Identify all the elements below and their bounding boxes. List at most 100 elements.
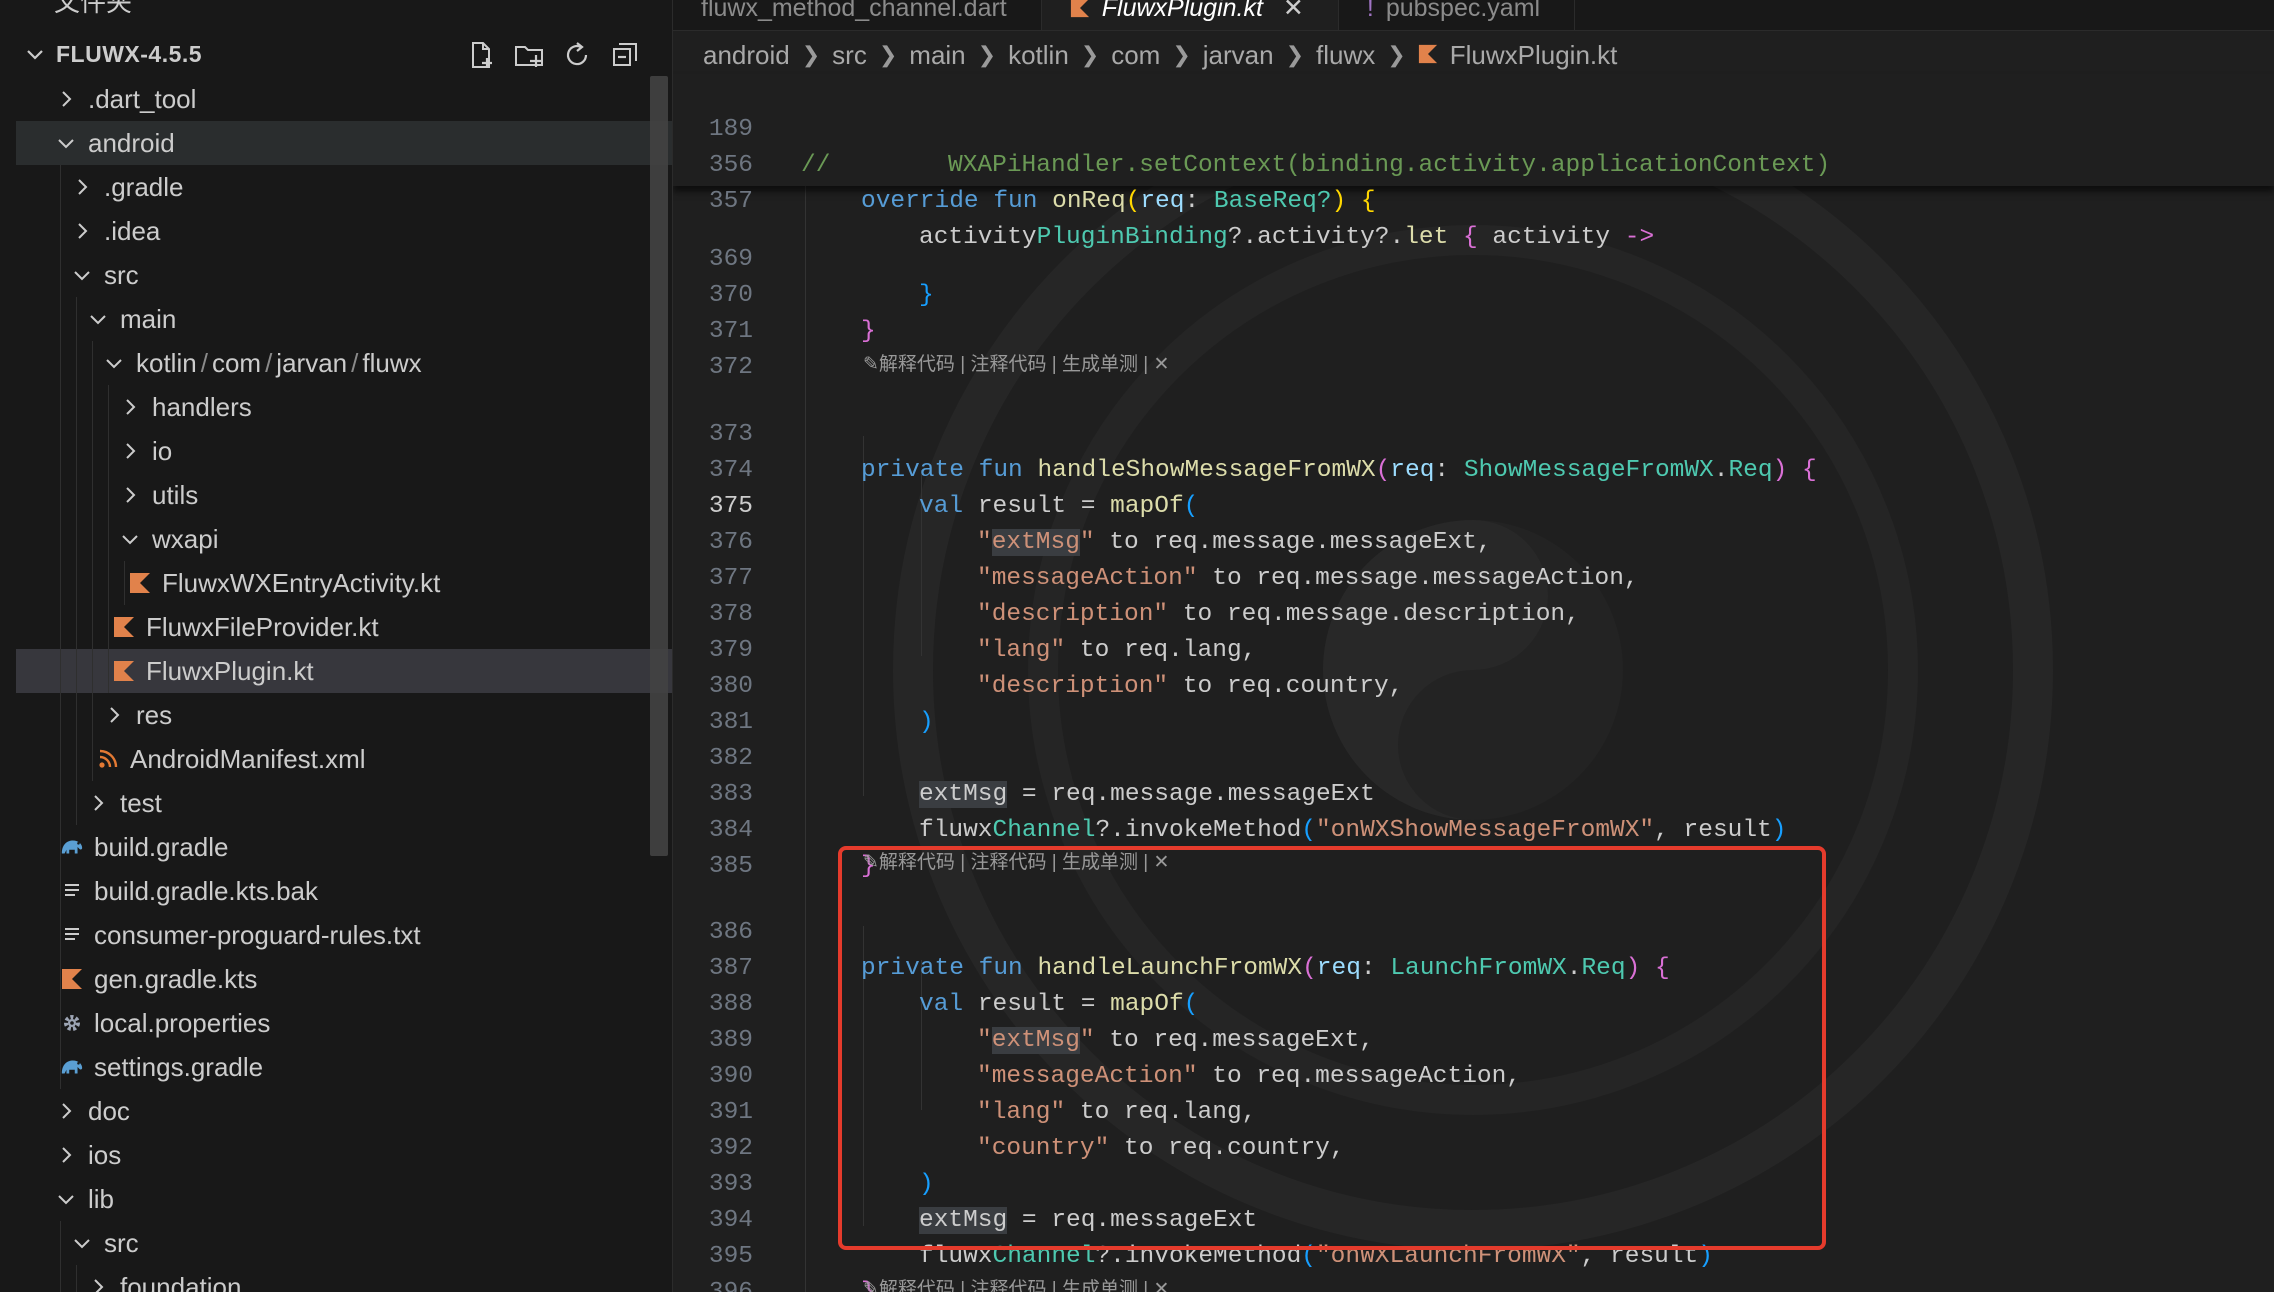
sticky-scroll-header[interactable]: 189 // WXAPiHandler.setContext(binding.a… (673, 74, 2274, 251)
tree-item-label: io (152, 435, 173, 466)
codelens-comment[interactable]: 注释代码 (970, 354, 1046, 375)
code-text: activityPluginBinding?.activity?.let { a… (919, 224, 1655, 251)
tree-item-wxapi[interactable]: wxapi (16, 517, 672, 561)
code-line: 382 extMsg = req.message.messageExt (673, 705, 2274, 808)
breadcrumb-item[interactable]: com (1111, 40, 1160, 71)
ai-pen-icon: ✎ (863, 354, 879, 375)
code-line: 384 } (673, 777, 2274, 880)
codelens-bar: ✎解释代码 | 注释代码 | 生成单测 | ✕ (863, 354, 1170, 375)
new-folder-icon[interactable] (512, 38, 546, 72)
tree-item-build-gradle-kts-bak[interactable]: build.gradle.kts.bak (16, 869, 672, 913)
explorer-title: 文件夹 (54, 0, 133, 17)
tree-item-android[interactable]: android (16, 121, 672, 165)
project-title: FLUWX-4.5.5 (56, 40, 203, 67)
tab-pubspec[interactable]: ! pubspec.yaml (1339, 0, 1576, 30)
breadcrumb-item[interactable]: kotlin (1008, 40, 1069, 71)
chevron-right-icon (102, 703, 126, 727)
tree-item-settings-gradle[interactable]: settings.gradle (16, 1045, 672, 1089)
tree-item-main[interactable]: main (16, 297, 672, 341)
close-icon[interactable]: ✕ (1153, 354, 1169, 375)
code-line: 378 "lang" to req.lang, (673, 561, 2274, 664)
breadcrumb-item[interactable]: src (832, 40, 867, 71)
tree-item-label: .gradle (104, 171, 184, 202)
tree-item-test[interactable]: test (16, 781, 672, 825)
tab-fluwx-method-channel[interactable]: fluwx_method_channel.dart (673, 0, 1042, 30)
codelens-explain[interactable]: 解释代码 (879, 1279, 955, 1292)
tree-item-build-gradle[interactable]: build.gradle (16, 825, 672, 869)
text-file-icon (60, 879, 84, 903)
tree-item-proguard[interactable]: consumer-proguard-rules.txt (16, 913, 672, 957)
tree-item-gen-gradle[interactable]: gen.gradle.kts (16, 957, 672, 1001)
tree-item-idea[interactable]: .idea (16, 209, 672, 253)
tree-item-label: FluwxWXEntryActivity.kt (162, 567, 441, 598)
breadcrumb-item[interactable]: fluwx (1316, 40, 1375, 71)
breadcrumb-item[interactable]: android (703, 40, 790, 71)
tree-item-gradle-dir[interactable]: .gradle (16, 165, 672, 209)
tree-item-local-properties[interactable]: local.properties (16, 1001, 672, 1045)
tree-item-handlers[interactable]: handlers (16, 385, 672, 429)
chevron-right-icon (70, 175, 94, 199)
code-editor[interactable]: fluwx_method_channel.dart FluwxPlugin.kt… (673, 0, 2274, 1292)
collapse-all-icon[interactable] (608, 38, 642, 72)
line-number: 357 (708, 188, 753, 215)
code-line: 375 "extMsg" to req.message.messageExt, (673, 453, 2274, 556)
tree-item-entry-activity[interactable]: FluwxWXEntryActivity.kt (16, 561, 672, 605)
tree-item-kotlin-package[interactable]: kotlin / com / jarvan / fluwx (16, 341, 672, 385)
tree-item-plugin[interactable]: FluwxPlugin.kt (16, 649, 672, 693)
tree-item-label: test (120, 787, 162, 818)
tab-label: fluwx_method_channel.dart (701, 0, 1007, 22)
breadcrumb-item[interactable]: main (909, 40, 965, 71)
tree-item-lib-src[interactable]: src (16, 1221, 672, 1265)
chevron-down-icon[interactable] (24, 44, 46, 71)
tree-item-dart-tool[interactable]: .dart_tool (16, 77, 672, 121)
codelens-comment[interactable]: 注释代码 (970, 1279, 1046, 1292)
package-segment: kotlin (136, 347, 197, 378)
tree-item-res[interactable]: res (16, 693, 672, 737)
refresh-icon[interactable] (560, 38, 594, 72)
tree-item-label: gen.gradle.kts (94, 963, 258, 994)
sidebar-scrollbar[interactable] (650, 76, 668, 856)
code-line: 383 fluwxChannel?.invokeMethod("onWXShow… (673, 741, 2274, 844)
codelens-unittest[interactable]: 生成单测 (1062, 354, 1138, 375)
tree-item-label: src (104, 259, 139, 290)
tree-item-file-provider[interactable]: FluwxFileProvider.kt (16, 605, 672, 649)
code-text: override fun onReq(req: BaseReq?) { (861, 188, 1376, 215)
codelens-unittest[interactable]: 生成单测 (1062, 1279, 1138, 1292)
new-file-icon[interactable] (464, 38, 498, 72)
kotlin-file-icon (112, 659, 136, 683)
package-segment: jarvan (276, 347, 348, 378)
breadcrumb-item[interactable]: jarvan (1203, 40, 1274, 71)
chevron-down-icon (54, 1187, 78, 1211)
tree-item-label: ios (88, 1139, 122, 1170)
kotlin-file-icon (128, 571, 152, 595)
chevron-down-icon (102, 351, 126, 375)
tree-item-manifest[interactable]: AndroidManifest.xml (16, 737, 672, 781)
tree-item-label: android (88, 127, 175, 158)
tree-item-src[interactable]: src (16, 253, 672, 297)
ai-pen-icon: ✎ (863, 1279, 879, 1292)
tab-label: FluwxPlugin.kt (1101, 0, 1263, 22)
codelens-explain[interactable]: 解释代码 (879, 354, 955, 375)
project-header[interactable]: FLUWX-4.5.5 (0, 32, 672, 76)
package-segment: fluwx (362, 347, 422, 378)
codelens-bar: ✎解释代码 | 注释代码 | 生成单测 | ✕ (863, 1276, 1169, 1292)
breadcrumb: android ❯ src ❯ main ❯ kotlin ❯ com ❯ jarvan ❯… (703, 39, 1618, 71)
tree-item-ios[interactable]: ios (16, 1133, 672, 1177)
tree-item-foundation[interactable]: foundation (16, 1265, 672, 1292)
tree-item-doc[interactable]: doc (16, 1089, 672, 1133)
chevron-right-icon (86, 1275, 110, 1292)
close-icon[interactable]: ✕ (1153, 1279, 1169, 1292)
tree-item-label: res (136, 699, 173, 730)
close-icon[interactable]: ✕ (1283, 0, 1304, 23)
breadcrumb-item[interactable]: FluwxPlugin.kt (1450, 40, 1618, 71)
tree-item-utils[interactable]: utils (16, 473, 672, 517)
chevron-right-icon (118, 439, 142, 463)
code-line: 376 "messageAction" to req.message.messa… (673, 489, 2274, 592)
tree-item-io[interactable]: io (16, 429, 672, 473)
explorer-sidebar: 文件夹 FLUWX-4.5.5 .dart_tool android .grad… (0, 0, 673, 1292)
chevron-down-icon (54, 131, 78, 155)
chevron-right-icon (54, 1143, 78, 1167)
tab-fluwx-plugin[interactable]: FluwxPlugin.kt ✕ (1041, 0, 1339, 30)
tree-item-label: utils (152, 479, 199, 510)
tree-item-lib[interactable]: lib (16, 1177, 672, 1221)
